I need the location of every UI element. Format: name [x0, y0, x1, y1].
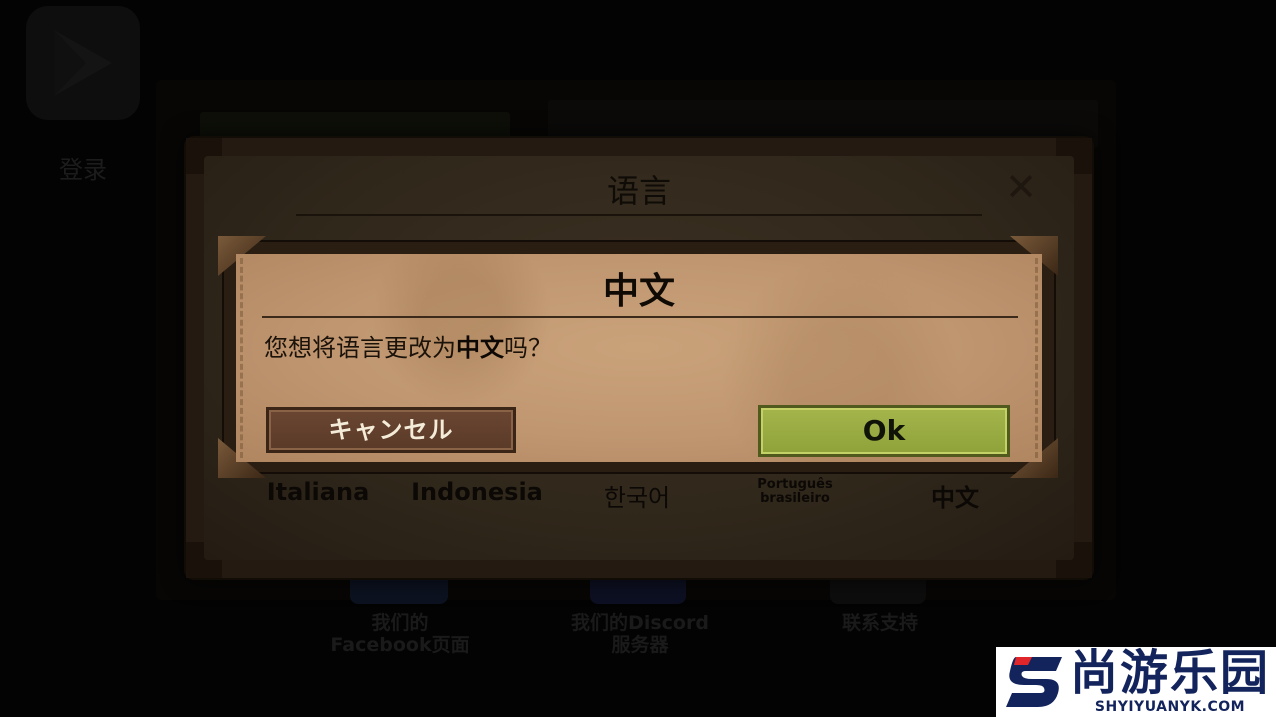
divider — [262, 316, 1018, 318]
close-icon: ✕ — [1005, 165, 1037, 209]
watermark-name: 尚游乐园 — [1070, 645, 1271, 701]
divider — [296, 214, 982, 216]
confirm-message: 您想将语言更改为中文吗？ — [264, 328, 552, 363]
language-option-chinese[interactable]: 中文 — [910, 478, 1000, 513]
language-option-italiana[interactable]: Italiana — [250, 478, 386, 506]
game-screen: 登录 我们的Facebook页面 我们的Discord服务器 联系支持 语言 ✕… — [0, 0, 1276, 717]
google-play-button[interactable] — [26, 6, 140, 120]
language-option-korean[interactable]: 한국어 — [580, 478, 694, 513]
watermark-url: SHYIYUANYK.COM — [1094, 699, 1246, 715]
language-dialog-title: 语言 — [606, 172, 671, 210]
confirm-dialog-title: 中文 — [602, 271, 675, 312]
close-button[interactable]: ✕ — [1000, 166, 1042, 208]
watermark-logo-icon — [1006, 657, 1062, 707]
login-label[interactable]: 登录 — [26, 150, 140, 185]
watermark: 尚游乐园 SHYIYUANYK.COM — [996, 647, 1276, 717]
confirm-message-prefix: 您想将语言更改为 — [264, 334, 456, 362]
cancel-button[interactable]: キャンセル — [266, 407, 516, 453]
discord-link[interactable]: 我们的Discord服务器 — [570, 612, 710, 656]
language-option-indonesia[interactable]: Indonesia — [406, 478, 548, 506]
confirm-message-suffix: 吗？ — [504, 334, 552, 362]
language-option-portuguese[interactable]: Português brasileiro — [750, 478, 840, 506]
facebook-link[interactable]: 我们的Facebook页面 — [330, 612, 470, 656]
google-play-icon — [54, 30, 112, 96]
support-link[interactable]: 联系支持 — [810, 612, 950, 634]
confirm-message-language: 中文 — [456, 334, 504, 362]
ok-button[interactable]: Ok — [758, 405, 1010, 457]
